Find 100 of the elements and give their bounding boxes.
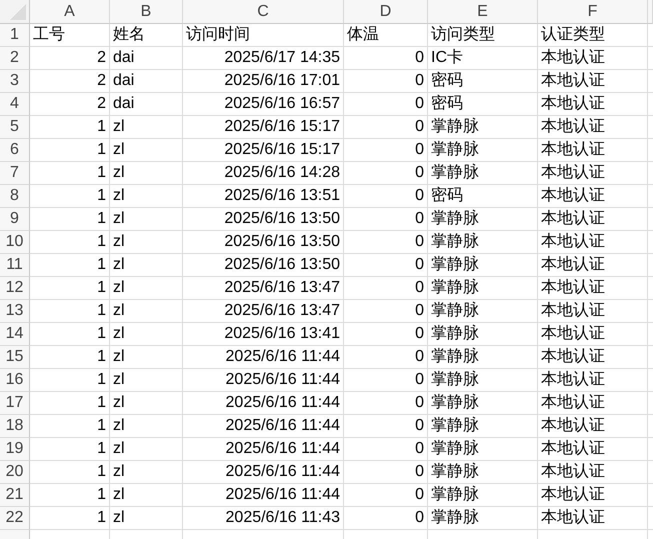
table-cell: dai	[110, 70, 183, 93]
table-cell: 本地认证	[538, 231, 648, 254]
table-cell: zl	[110, 507, 183, 530]
table-cell: 2025/6/16 17:01	[183, 70, 344, 93]
row-header[interactable]: 11	[0, 254, 30, 277]
row-header[interactable]: 5	[0, 116, 30, 139]
row-header[interactable]: 2	[0, 47, 30, 70]
table-cell: 2025/6/16 13:51	[183, 185, 344, 208]
table-cell: 2025/6/16 15:17	[183, 116, 344, 139]
table-cell: 本地认证	[538, 507, 648, 530]
table-cell: 本地认证	[538, 47, 648, 70]
table-cell: 密码	[428, 185, 538, 208]
table-cell: 本地认证	[538, 415, 648, 438]
table-cell: zl	[110, 254, 183, 277]
table-cell: 2025/6/16 11:44	[183, 346, 344, 369]
table-cell: 1	[30, 139, 110, 162]
table-cell: zl	[110, 346, 183, 369]
row-header[interactable]: 9	[0, 208, 30, 231]
row-header[interactable]: 10	[0, 231, 30, 254]
table-cell: 1	[30, 461, 110, 484]
table-cell: zl	[110, 116, 183, 139]
table-cell: 2025/6/16 11:44	[183, 461, 344, 484]
row-header[interactable]: 1	[0, 24, 30, 47]
table-cell: 访问时间	[183, 24, 344, 47]
table-cell: 1	[30, 162, 110, 185]
table-cell: 掌静脉	[428, 369, 538, 392]
table-cell: 2025/6/16 15:17	[183, 139, 344, 162]
table-cell: 掌静脉	[428, 323, 538, 346]
table-cell: 密码	[428, 70, 538, 93]
table-cell: 本地认证	[538, 93, 648, 116]
row-header[interactable]: 21	[0, 484, 30, 507]
table-cell: zl	[110, 300, 183, 323]
table-cell: 2025/6/16 13:41	[183, 323, 344, 346]
table-cell: 本地认证	[538, 139, 648, 162]
table-cell: 本地认证	[538, 346, 648, 369]
table-cell: 0	[344, 208, 428, 231]
table-cell: 本地认证	[538, 438, 648, 461]
row-header[interactable]: 13	[0, 300, 30, 323]
table-cell: 认证类型	[538, 24, 648, 47]
table-cell: 0	[344, 47, 428, 70]
column-header[interactable]: E	[428, 0, 538, 24]
table-cell: 本地认证	[538, 392, 648, 415]
row-header[interactable]: 20	[0, 461, 30, 484]
column-header[interactable]	[648, 0, 653, 24]
table-cell: 本地认证	[538, 277, 648, 300]
table-cell: 2025/6/16 11:44	[183, 369, 344, 392]
table-cell: 0	[344, 139, 428, 162]
table-cell: 本地认证	[538, 300, 648, 323]
table-cell: 掌静脉	[428, 392, 538, 415]
table-cell: 本地认证	[538, 208, 648, 231]
table-cell: 掌静脉	[428, 231, 538, 254]
table-cell: zl	[110, 392, 183, 415]
table-cell: 0	[344, 162, 428, 185]
row-header[interactable]: 8	[0, 185, 30, 208]
row-header[interactable]: 14	[0, 323, 30, 346]
table-cell: 密码	[428, 93, 538, 116]
column-header[interactable]: F	[538, 0, 648, 24]
table-cell: 1	[30, 208, 110, 231]
table-cell: 2025/6/16 13:47	[183, 277, 344, 300]
table-cell: 2025/6/16 13:50	[183, 254, 344, 277]
table-cell: 掌静脉	[428, 254, 538, 277]
row-header[interactable]: 6	[0, 139, 30, 162]
table-cell: 掌静脉	[428, 415, 538, 438]
row-header[interactable]: 17	[0, 392, 30, 415]
row-header[interactable]: 4	[0, 93, 30, 116]
table-cell: 2025/6/16 13:47	[183, 300, 344, 323]
row-header[interactable]: 7	[0, 162, 30, 185]
table-cell: 1	[30, 392, 110, 415]
table-cell: 1	[30, 369, 110, 392]
table-cell: 0	[344, 93, 428, 116]
column-header[interactable]: B	[110, 0, 183, 24]
table-cell: 姓名	[110, 24, 183, 47]
table-cell: zl	[110, 484, 183, 507]
column-header[interactable]: A	[30, 0, 110, 24]
row-header[interactable]: 15	[0, 346, 30, 369]
table-cell: zl	[110, 185, 183, 208]
table-cell: 2025/6/16 13:50	[183, 231, 344, 254]
table-cell: 2025/6/16 11:44	[183, 484, 344, 507]
table-cell: 1	[30, 346, 110, 369]
table-cell: 掌静脉	[428, 277, 538, 300]
table-cell: 1	[30, 231, 110, 254]
row-header[interactable]: 3	[0, 70, 30, 93]
table-cell: 2025/6/17 14:35	[183, 47, 344, 70]
column-header[interactable]: D	[344, 0, 428, 24]
table-cell: 1	[30, 185, 110, 208]
table-cell: 0	[344, 116, 428, 139]
table-cell: 1	[30, 507, 110, 530]
table-cell: 体温	[344, 24, 428, 47]
table-cell: 掌静脉	[428, 507, 538, 530]
table-cell: 本地认证	[538, 461, 648, 484]
row-header[interactable]: 19	[0, 438, 30, 461]
table-cell: 2025/6/16 14:28	[183, 162, 344, 185]
table-cell: 2	[30, 47, 110, 70]
row-header[interactable]: 16	[0, 369, 30, 392]
row-header[interactable]: 18	[0, 415, 30, 438]
row-header[interactable]: 22	[0, 507, 30, 530]
table-cell: 本地认证	[538, 185, 648, 208]
column-header[interactable]: C	[183, 0, 344, 24]
table-cell: 2	[30, 70, 110, 93]
row-header[interactable]: 12	[0, 277, 30, 300]
